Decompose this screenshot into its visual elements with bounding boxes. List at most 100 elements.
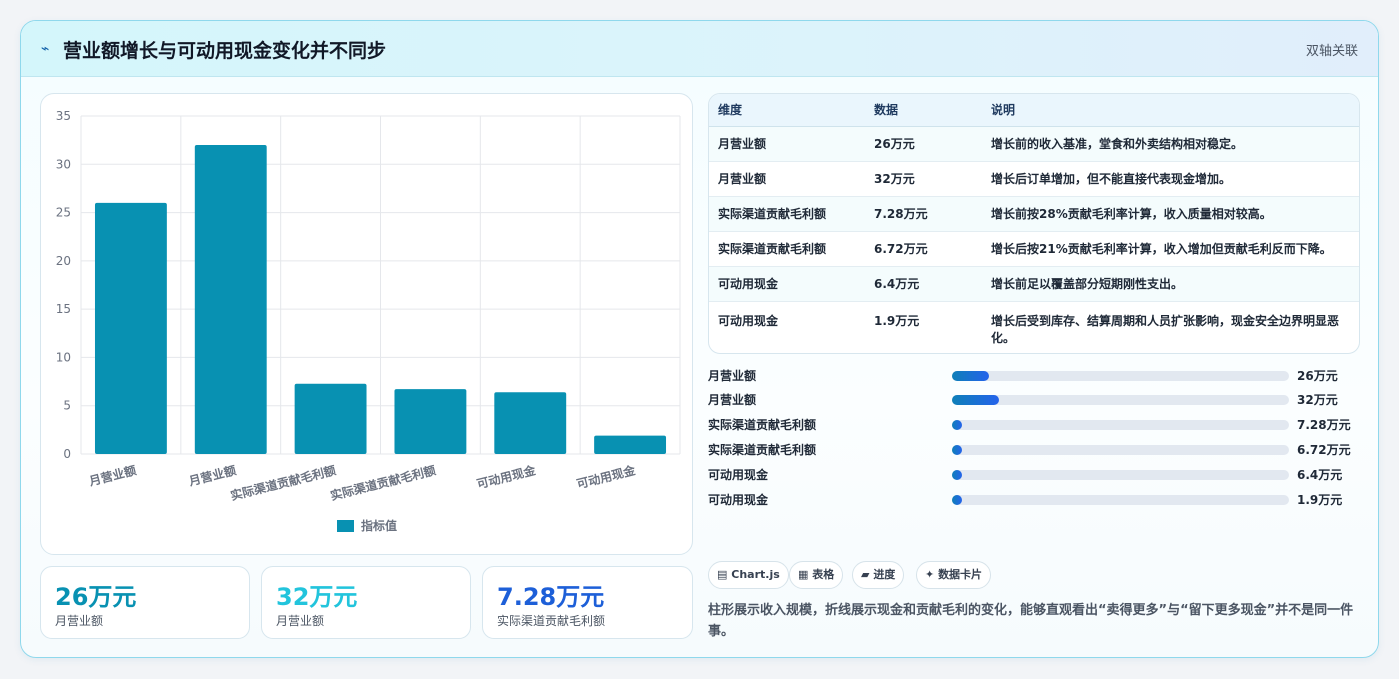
y-tick-label: 20 — [56, 254, 71, 268]
legend-swatch — [337, 520, 354, 532]
stat-value: 7.28万元 — [497, 583, 605, 611]
progress-fill — [952, 470, 963, 480]
card-header: ⌁ 营业额增长与可动用现金变化并不同步 双轴关联 — [21, 21, 1378, 77]
progress-track — [952, 445, 1289, 455]
chip-label: 进度 — [873, 568, 896, 581]
progress-track — [952, 420, 1289, 430]
stat-label: 月营业额 — [55, 614, 104, 628]
table-cell: 增长后受到库存、结算周期和人员扩张影响，现金安全边界明显恶化。 — [991, 313, 1340, 345]
y-tick-label: 30 — [56, 157, 71, 171]
table-cell: 32万元 — [865, 161, 982, 197]
table-row: 月营业额 26万元 增长前的收入基准，堂食和外卖结构相对稳定。 — [709, 126, 1359, 162]
progress-label: 实际渠道贡献毛利额 — [708, 443, 817, 457]
page-title: 营业额增长与可动用现金变化并不同步 — [63, 40, 387, 62]
progress-fill — [952, 371, 990, 381]
progress-value: 6.4万元 — [1297, 468, 1343, 482]
stat-value: 26万元 — [55, 583, 137, 611]
table-cell: 6.72万元 — [865, 231, 982, 267]
dashboard-card: ⌁ 营业额增长与可动用现金变化并不同步 双轴关联 0 5 10 15 20 25 30 35 月… — [20, 20, 1379, 658]
table-row: 实际渠道贡献毛利额 7.28万元 增长前按28%贡献毛利率计算，收入质量相对较高… — [709, 196, 1359, 232]
x-tick-label: 月营业额 — [186, 462, 237, 488]
progress-row: 实际渠道贡献毛利额 7.28万元 — [708, 414, 1368, 434]
table-row: 实际渠道贡献毛利额 6.72万元 增长后按21%贡献毛利率计算，收入增加但贡献毛… — [709, 231, 1359, 267]
progress-track — [952, 371, 1289, 381]
progress-fill — [952, 495, 963, 505]
lightning-icon: ⌁ — [41, 41, 50, 57]
x-tick-label: 可动用现金 — [575, 462, 638, 491]
data-table: 维度 数据 说明 月营业额 26万元 增长前的收入基准，堂食和外卖结构相对稳定。… — [709, 94, 1359, 351]
x-tick-label: 可动用现金 — [475, 462, 538, 491]
table-row: 可动用现金 1.9万元 增长后受到库存、结算周期和人员扩张影响，现金安全边界明显… — [709, 301, 1359, 351]
bar-chart-panel: 0 5 10 15 20 25 30 35 月营业额 月营业额 实际渠道贡献毛利额 实际渠道贡献毛利额… — [40, 93, 693, 555]
chart-note: 柱形展示收入规模，折线展示现金和贡献毛利的变化，能够直观看出“卖得更多”与“留下… — [708, 603, 1354, 639]
bar — [494, 392, 567, 454]
table-cell: 可动用现金 — [709, 266, 865, 302]
table-cell: 增长前足以覆盖部分短期刚性支出。 — [982, 266, 1359, 302]
table-cell: 实际渠道贡献毛利额 — [709, 196, 865, 232]
progress-track — [952, 395, 1289, 405]
legend-label: 指标值 — [361, 518, 397, 533]
bar — [194, 144, 267, 454]
progress-row: 可动用现金 6.4万元 — [708, 464, 1368, 484]
progress-value: 32万元 — [1297, 393, 1338, 407]
progress-fill — [952, 420, 963, 430]
progress-row: 月营业额 32万元 — [708, 389, 1368, 409]
progress-row: 月营业额 26万元 — [708, 365, 1368, 385]
chip-label: Chart.js — [731, 568, 780, 581]
chip-data-card[interactable]: ✦ 数据卡片 — [916, 561, 992, 589]
stat-label: 实际渠道贡献毛利额 — [497, 614, 606, 628]
dual-axis-tag[interactable]: 双轴关联 — [1306, 40, 1358, 59]
stat-card-2: 32万元 月营业额 — [261, 566, 471, 639]
y-tick-label: 10 — [56, 350, 71, 364]
y-tick-label: 15 — [56, 302, 71, 316]
chip-chartjs[interactable]: ▤ Chart.js — [708, 561, 789, 589]
chart-icon: ▤ — [717, 568, 728, 581]
y-tick-label: 35 — [56, 109, 71, 123]
data-table-panel: 维度 数据 说明 月营业额 26万元 增长前的收入基准，堂食和外卖结构相对稳定。… — [708, 93, 1360, 354]
bar — [294, 383, 367, 454]
table-cell: 增长后按21%贡献毛利率计算，收入增加但贡献毛利反而下降。 — [982, 231, 1359, 267]
progress-label: 月营业额 — [708, 369, 757, 383]
x-tick-label: 实际渠道贡献毛利额 — [329, 462, 437, 503]
progress-fill — [952, 445, 963, 455]
table-cell: 可动用现金 — [718, 313, 779, 328]
chip-label: 数据卡片 — [938, 568, 983, 581]
progress-value: 1.9万元 — [1297, 493, 1343, 507]
progress-label: 可动用现金 — [708, 493, 769, 507]
table-header-row: 维度 数据 说明 — [709, 94, 1359, 127]
progress-label: 实际渠道贡献毛利额 — [708, 418, 817, 432]
chip-table[interactable]: ▦ 表格 — [789, 561, 844, 589]
column-header: 数据 — [865, 94, 982, 127]
table-icon: ▦ — [798, 568, 809, 581]
y-tick-label: 5 — [63, 399, 71, 413]
progress-value: 7.28万元 — [1297, 418, 1351, 432]
chip-label: 表格 — [812, 568, 835, 581]
stat-card-3: 7.28万元 实际渠道贡献毛利额 — [482, 566, 693, 639]
progress-value: 6.72万元 — [1297, 443, 1351, 457]
bar-chart: 05101520253035月营业额 月营业额实际渠道贡献毛利额实际渠道贡献毛利额… — [56, 109, 681, 533]
progress-track — [952, 470, 1289, 480]
table-cell: 实际渠道贡献毛利额 — [709, 231, 865, 267]
progress-row: 可动用现金 1.9万元 — [708, 489, 1368, 509]
bar — [594, 435, 667, 454]
table-cell: 增长前按28%贡献毛利率计算，收入质量相对较高。 — [982, 196, 1359, 232]
table-cell: 增长前的收入基准，堂食和外卖结构相对稳定。 — [982, 126, 1359, 162]
x-tick-label: 实际渠道贡献毛利额 — [229, 462, 337, 503]
chip-progress[interactable]: ▰ 进度 — [852, 561, 905, 589]
bar — [94, 202, 167, 454]
progress-value: 26万元 — [1297, 369, 1338, 383]
y-tick-label: 0 — [63, 447, 71, 461]
progress-icon: ▰ — [861, 568, 870, 581]
table-row: 可动用现金 6.4万元 增长前足以覆盖部分短期刚性支出。 — [709, 266, 1359, 302]
stat-value: 32万元 — [276, 583, 358, 611]
table-cell: 月营业额 — [709, 126, 865, 162]
bar — [394, 389, 467, 454]
table-cell: 7.28万元 — [865, 196, 982, 232]
progress-label: 可动用现金 — [708, 468, 769, 482]
table-cell: 增长后订单增加，但不能直接代表现金增加。 — [982, 161, 1359, 197]
table-cell: 月营业额 — [709, 161, 865, 197]
progress-label: 月营业额 — [708, 393, 757, 407]
progress-row: 实际渠道贡献毛利额 6.72万元 — [708, 439, 1368, 459]
table-row: 月营业额 32万元 增长后订单增加，但不能直接代表现金增加。 — [709, 161, 1359, 197]
table-cell: 1.9万元 — [874, 313, 920, 328]
